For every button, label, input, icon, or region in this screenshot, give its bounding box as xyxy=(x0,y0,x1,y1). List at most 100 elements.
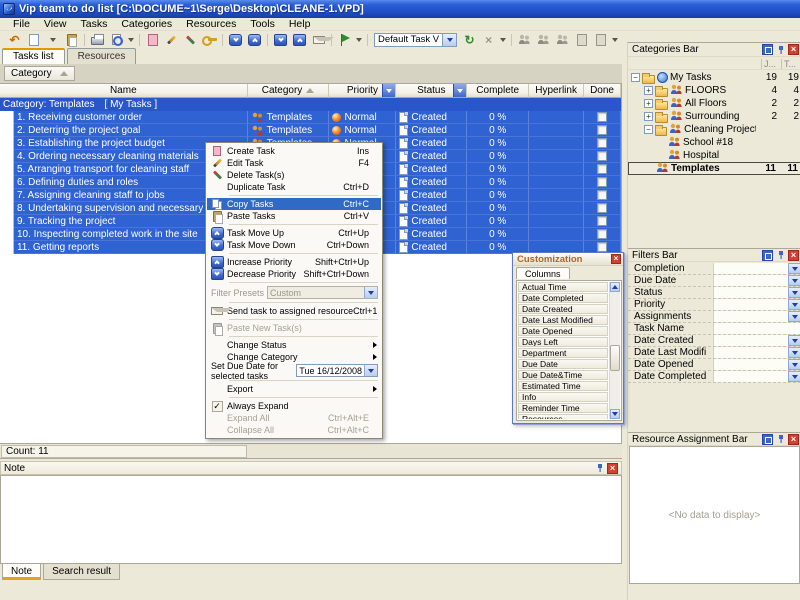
menu-item-send-task-to-assigned-resource[interactable]: Send task to assigned resourceCtrl+1 xyxy=(207,305,381,317)
column-header-name[interactable]: Name xyxy=(0,84,248,98)
menu-tools[interactable]: Tools xyxy=(243,18,282,31)
column-option-date-created[interactable]: Date Created xyxy=(518,304,608,314)
menu-item-edit-task[interactable]: Edit TaskF4 xyxy=(207,157,381,169)
menu-resources[interactable]: Resources xyxy=(179,18,243,31)
new-task-dropdown[interactable] xyxy=(44,32,61,47)
done-checkbox[interactable] xyxy=(597,125,607,135)
menu-tasks[interactable]: Tasks xyxy=(74,18,115,31)
column-header-done[interactable]: Done xyxy=(584,84,621,98)
paste-button[interactable] xyxy=(63,32,80,47)
note-close-button[interactable]: × xyxy=(607,463,618,474)
resource-tool-4-button[interactable] xyxy=(573,32,590,47)
menu-item-change-category[interactable]: Change Category xyxy=(207,351,381,363)
menu-item-task-move-up[interactable]: Task Move UpCtrl+Up xyxy=(207,227,381,239)
menu-item-change-status[interactable]: Change Status xyxy=(207,339,381,351)
column-option-reminder-time[interactable]: Reminder Time xyxy=(518,403,608,413)
filter-dropdown-button[interactable] xyxy=(788,275,800,286)
filter-dropdown-button[interactable] xyxy=(453,84,466,97)
categories-bar-pin-button[interactable] xyxy=(775,44,786,55)
menu-item-set-due-date-for-selected-tasks[interactable]: Set Due Date for selected tasksTue 16/12… xyxy=(207,363,381,378)
menu-item-paste-tasks[interactable]: Paste TasksCtrl+V xyxy=(207,210,381,222)
undo-button[interactable]: ↶ xyxy=(6,32,23,47)
menu-view[interactable]: View xyxy=(37,18,74,31)
category-item-surrounding[interactable]: +Surrounding22 xyxy=(628,110,800,123)
category-item-my-tasks[interactable]: −My Tasks1919 xyxy=(628,71,800,84)
increase-priority-button[interactable] xyxy=(291,32,308,47)
menu-file[interactable]: File xyxy=(6,18,37,31)
apply-view-button[interactable]: ↻ xyxy=(461,32,478,47)
category-item-templates[interactable]: Templates1111 xyxy=(628,162,800,175)
tab-note[interactable]: Note xyxy=(2,564,41,580)
filter-value[interactable] xyxy=(714,371,800,382)
column-option-days-left[interactable]: Days Left xyxy=(518,337,608,347)
column-option-due-date-time[interactable]: Due Date&Time xyxy=(518,370,608,380)
done-checkbox[interactable] xyxy=(597,164,607,174)
flag-button[interactable] xyxy=(336,32,353,47)
done-checkbox[interactable] xyxy=(597,190,607,200)
resource-tool-1-button[interactable] xyxy=(516,32,533,47)
column-header-priority[interactable]: Priority xyxy=(329,84,396,98)
resource-tool-5-button[interactable] xyxy=(592,32,609,47)
filter-value[interactable] xyxy=(714,287,800,298)
permissions-button[interactable] xyxy=(201,32,218,47)
filter-value[interactable] xyxy=(714,299,800,310)
filter-dropdown-button[interactable] xyxy=(788,335,800,346)
resource-bar-pin-button[interactable] xyxy=(775,434,786,445)
customization-close-button[interactable]: × xyxy=(611,254,621,264)
collapse-icon[interactable]: − xyxy=(631,73,640,82)
resource-tool-2-button[interactable] xyxy=(535,32,552,47)
filter-value[interactable] xyxy=(714,335,800,346)
print-button[interactable] xyxy=(89,32,106,47)
filter-value[interactable] xyxy=(714,323,800,334)
filter-dropdown-button[interactable] xyxy=(788,299,800,310)
column-option-due-date[interactable]: Due Date xyxy=(518,359,608,369)
column-option-actual-time[interactable]: Actual Time xyxy=(518,282,608,292)
category-item-school-18[interactable]: School #18 xyxy=(628,136,800,149)
delete-task-button[interactable] xyxy=(182,32,199,47)
done-checkbox[interactable] xyxy=(597,112,607,122)
expand-icon[interactable]: + xyxy=(644,112,653,121)
scroll-thumb[interactable] xyxy=(610,345,620,371)
category-item-hospital[interactable]: Hospital xyxy=(628,149,800,162)
tab-resources[interactable]: Resources xyxy=(67,48,137,64)
menu-help[interactable]: Help xyxy=(282,18,318,31)
filter-dropdown-button[interactable] xyxy=(788,347,800,358)
category-group-row[interactable]: Category: Templates [ My Tasks ] xyxy=(0,98,621,111)
task-row[interactable]: 1. Receiving customer orderTemplatesNorm… xyxy=(0,111,621,124)
new-task-button[interactable] xyxy=(25,32,42,47)
column-option-department[interactable]: Department xyxy=(518,348,608,358)
column-header-hyperlink[interactable]: Hyperlink xyxy=(529,84,584,98)
tab-columns[interactable]: Columns xyxy=(516,267,570,279)
task-view-combo[interactable]: Default Task V xyxy=(374,33,457,47)
category-item-cleaning-projects[interactable]: −Cleaning Projects xyxy=(628,123,800,136)
column-header-category[interactable]: Category xyxy=(248,84,330,98)
menu-item-duplicate-task[interactable]: Duplicate TaskCtrl+D xyxy=(207,181,381,193)
scroll-down-button[interactable] xyxy=(610,409,620,419)
menu-categories[interactable]: Categories xyxy=(114,18,179,31)
filters-bar-pin-button[interactable] xyxy=(775,250,786,261)
view-group-overflow[interactable] xyxy=(500,38,506,42)
menu-combo-box[interactable]: Tue 16/12/2008 xyxy=(296,364,378,377)
filter-value[interactable] xyxy=(714,263,800,274)
category-item-floors[interactable]: +FLOORS44 xyxy=(628,84,800,97)
done-checkbox[interactable] xyxy=(597,229,607,239)
category-item-all-floors[interactable]: +All Floors22 xyxy=(628,97,800,110)
create-task-button[interactable] xyxy=(144,32,161,47)
menu-item-always-expand[interactable]: ✓Always Expand xyxy=(207,400,381,412)
customization-scrollbar[interactable] xyxy=(609,282,620,419)
column-option-estimated-time[interactable]: Estimated Time xyxy=(518,381,608,391)
column-option-date-last-modified[interactable]: Date Last Modified xyxy=(518,315,608,325)
tab-tasks-list[interactable]: Tasks list xyxy=(2,48,65,64)
scroll-up-button[interactable] xyxy=(610,282,620,292)
filter-dropdown-button[interactable] xyxy=(788,287,800,298)
column-option-date-opened[interactable]: Date Opened xyxy=(518,326,608,336)
note-content[interactable] xyxy=(0,475,622,564)
decrease-priority-button[interactable] xyxy=(272,32,289,47)
menu-item-export[interactable]: Export xyxy=(207,383,381,395)
expand-icon[interactable]: + xyxy=(644,99,653,108)
column-header-complete[interactable]: Complete xyxy=(467,84,529,98)
scroll-track[interactable] xyxy=(610,292,620,409)
done-checkbox[interactable] xyxy=(597,138,607,148)
menu-item-increase-priority[interactable]: Increase PriorityShift+Ctrl+Up xyxy=(207,256,381,268)
print-preview-button[interactable] xyxy=(108,32,125,47)
